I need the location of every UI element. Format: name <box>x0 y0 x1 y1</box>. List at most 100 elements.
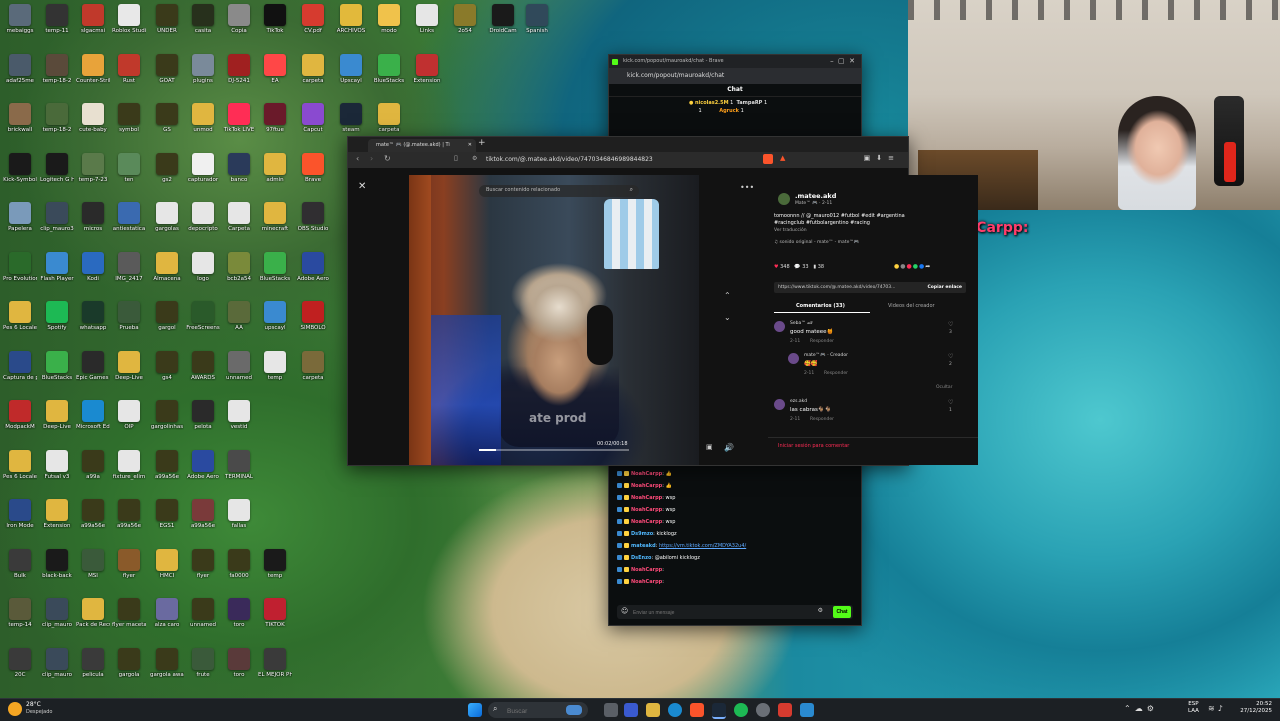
chat-message[interactable]: DsEnzo: @abilomi kicklogz <box>609 552 861 564</box>
copy-link-button[interactable]: Copiar enlace <box>927 285 962 290</box>
desktop-icon[interactable]: gargola awards <box>150 647 184 688</box>
desktop-icon[interactable]: bcb2a54 <box>222 251 256 292</box>
chat-username[interactable]: NoahCarpp <box>631 471 662 477</box>
desktop-icon[interactable]: mebaiggs <box>3 4 37 44</box>
desktop-icon[interactable]: Extension <box>410 53 444 94</box>
desktop-icon[interactable]: EGS1 <box>150 499 184 539</box>
app-icon[interactable] <box>800 703 814 717</box>
desktop-icon[interactable]: HMCI <box>150 548 184 589</box>
desktop-icon[interactable]: modo <box>372 4 406 44</box>
desktop-icon[interactable]: a99a56e <box>150 449 184 490</box>
desktop-icon[interactable]: TERMINAL <box>222 449 256 490</box>
weather-desc[interactable]: Despejado <box>26 709 52 715</box>
steam-icon[interactable] <box>712 703 726 719</box>
spotify-icon[interactable] <box>734 703 748 717</box>
taskbar-search[interactable]: ⌕ <box>488 702 588 718</box>
browser-tab[interactable]: mate™ 🎮 (@.matee.akd) | Ti ✕ <box>368 139 476 152</box>
desktop-icon[interactable]: DJ-5241 <box>222 53 256 94</box>
desktop-icon[interactable]: Kodi <box>76 251 110 292</box>
desktop-icon[interactable]: 2o54 <box>448 4 482 44</box>
desktop-icon[interactable]: ten <box>112 152 146 193</box>
chat-address-bar[interactable]: kick.com/popout/mauroakd/chat <box>609 68 861 84</box>
close-video-icon[interactable]: ✕ <box>358 181 366 192</box>
desktop-icon[interactable]: capturador <box>186 152 220 193</box>
desktop-icon[interactable]: flyer <box>112 548 146 589</box>
chat-message[interactable]: NoahCarpp: <box>609 576 861 588</box>
desktop-icon[interactable]: pelicula <box>76 647 110 688</box>
translate-link[interactable]: Ver traducción <box>774 228 807 233</box>
desktop-icon[interactable]: vestid <box>222 400 256 440</box>
window-controls[interactable]: – ▢ ✕ <box>830 55 855 68</box>
login-to-comment[interactable]: Iniciar sesión para comentar <box>778 443 849 449</box>
desktop-icon[interactable]: EA <box>258 53 292 94</box>
avatar[interactable] <box>774 399 785 410</box>
desktop-icon[interactable]: Microsoft Edge <box>76 400 110 440</box>
prev-video-icon[interactable]: ⌃ <box>724 291 731 300</box>
post-sound[interactable]: ♫ sonido original - mate™ - mate™🎮 <box>774 240 859 245</box>
chat-message[interactable]: Ds9mzo: kicklogz <box>609 528 861 540</box>
desktop-icon[interactable]: Flash Player <box>40 251 74 292</box>
desktop-icon[interactable]: Kick-Symbol <box>3 152 37 193</box>
reply-button[interactable]: Responder <box>810 417 834 422</box>
desktop-icon[interactable]: Deep-Live <box>112 350 146 391</box>
brave-icon[interactable] <box>690 703 704 717</box>
desktop-icon[interactable]: OIP <box>112 400 146 440</box>
desktop-icon[interactable]: gs4 <box>150 350 184 391</box>
desktop-icon[interactable]: Almacena <box>150 251 184 292</box>
desktop-icon[interactable]: clip_mauro <box>40 598 74 638</box>
desktop-icon[interactable]: upscayl <box>258 301 292 341</box>
brave-shields-icon[interactable] <box>763 154 773 164</box>
desktop-icon[interactable]: BlueStacks <box>258 251 292 292</box>
desktop-icon[interactable]: Pro Evolution Soccer 6 <box>3 251 37 292</box>
avatar[interactable] <box>788 353 799 364</box>
desktop-icon[interactable]: gargola <box>112 647 146 688</box>
chat-message[interactable]: NoahCarpp: 👍 <box>609 468 861 480</box>
desktop-icon[interactable]: toro <box>222 598 256 638</box>
post-username[interactable]: .matee.akd <box>795 192 836 200</box>
avatar[interactable] <box>778 193 790 205</box>
heart-icon[interactable]: ♡ <box>948 353 953 360</box>
tab-creator-videos[interactable]: Videos del creador <box>888 303 935 309</box>
desktop-icon[interactable]: Adobe Aero <box>296 251 330 292</box>
desktop-icon[interactable]: AWARDS <box>186 350 220 391</box>
desktop-icon[interactable]: Extension <box>40 499 74 539</box>
desktop-icon[interactable]: Rust <box>112 53 146 94</box>
post-link[interactable]: https://www.tiktok.com/@.matee.akd/video… <box>778 285 895 290</box>
search-icon[interactable]: ⌕ <box>630 186 633 194</box>
desktop-icon[interactable]: frute <box>186 647 220 688</box>
tiktok-browser-window[interactable]: mate™ 🎮 (@.matee.akd) | Ti ✕ + ‹ › ↻ ▯ ⚙… <box>347 136 978 466</box>
desktop-icon[interactable]: slgacmsi <box>76 4 110 44</box>
chat-username[interactable]: mateakd <box>631 543 656 549</box>
video-progress-track[interactable] <box>479 449 629 451</box>
desktop-icon[interactable]: Pack de Recursos <box>76 598 110 638</box>
desktop-icon[interactable]: temp-14 <box>3 598 37 638</box>
volume-icon[interactable]: 🔊 <box>724 443 734 452</box>
desktop-icon[interactable]: UNDER <box>150 4 184 44</box>
desktop-icon[interactable]: gargolas <box>150 202 184 242</box>
desktop-icon[interactable]: fa0000 <box>222 548 256 589</box>
desktop-icon[interactable]: Copia <box>222 4 256 44</box>
chat-username[interactable]: NoahCarpp <box>631 495 662 501</box>
chat-message[interactable]: NoahCarpp: <box>609 564 861 576</box>
desktop-icon[interactable]: black-back <box>40 548 74 589</box>
chat-username[interactable]: NoahCarpp <box>631 483 662 489</box>
widgets-icon[interactable] <box>624 703 638 717</box>
heart-icon[interactable]: ♥ <box>774 264 778 270</box>
chat-message[interactable]: NoahCarpp: wsp <box>609 504 861 516</box>
reload-icon[interactable]: ↻ <box>384 154 391 163</box>
desktop-icon[interactable]: Pes 6 Locales <box>3 301 37 341</box>
desktop-icon[interactable]: depocripto <box>186 202 220 242</box>
desktop-icon[interactable]: Deep-Live <box>40 400 74 440</box>
chat-message-list[interactable]: NoahCarpp: 👍 NoahCarpp: 👍 NoahCarpp: wsp No… <box>609 468 861 588</box>
reply-button[interactable]: Responder <box>810 339 834 344</box>
desktop-icon[interactable]: Futsal v3 <box>40 449 74 490</box>
desktop-icon[interactable]: carpeta <box>296 53 330 94</box>
chat-message-input[interactable] <box>631 607 775 619</box>
language-indicator[interactable]: ESP LAA <box>1188 701 1199 715</box>
desktop-icon[interactable]: admin <box>258 152 292 193</box>
edge-icon[interactable] <box>668 703 682 717</box>
desktop-icon[interactable]: casita <box>186 4 220 44</box>
desktop-icon[interactable]: cute-baby <box>76 103 110 143</box>
close-tab-icon[interactable]: ✕ <box>468 139 472 152</box>
desktop-icon[interactable]: Links <box>410 4 444 44</box>
